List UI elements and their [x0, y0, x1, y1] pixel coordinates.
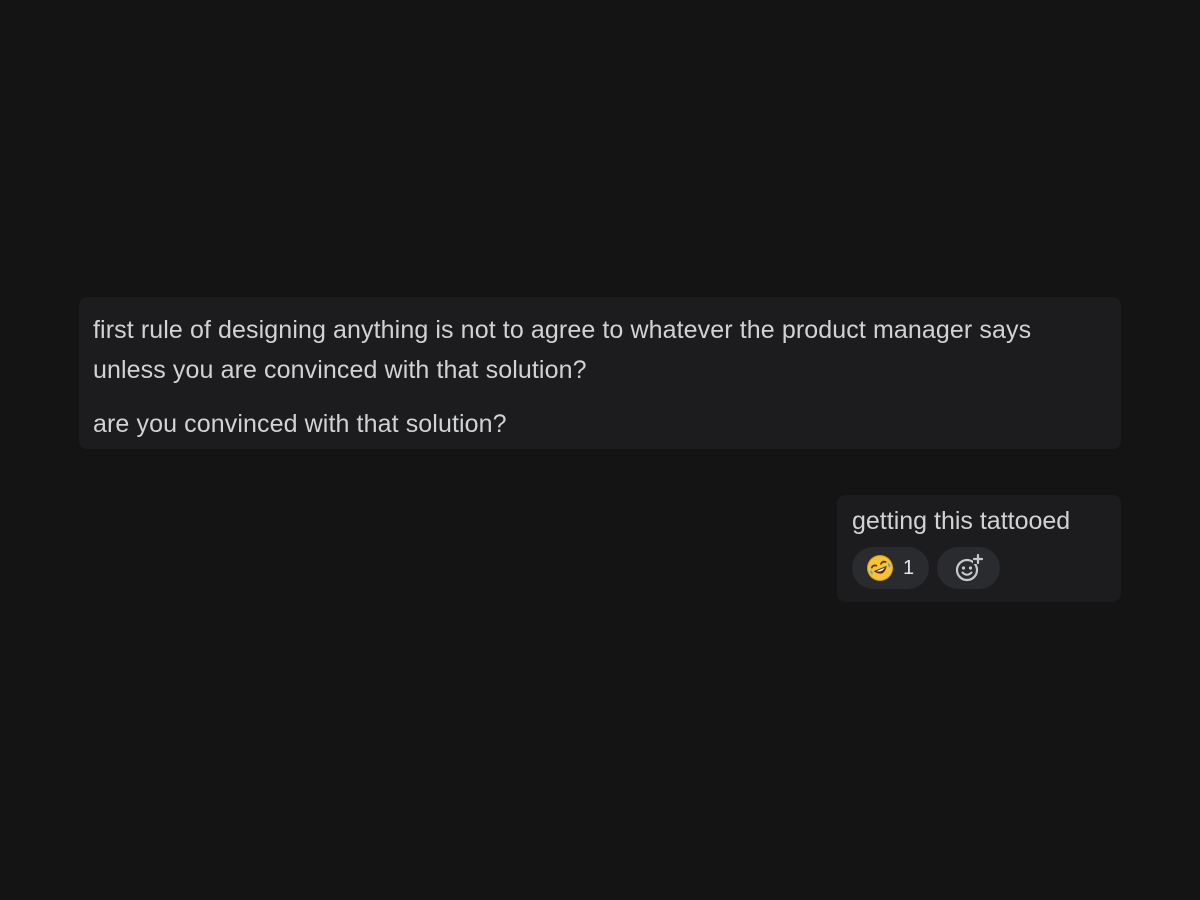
message-text: getting this tattooed	[852, 507, 1071, 535]
reaction-pill[interactable]: 1	[852, 547, 930, 589]
message-bubble-outgoing[interactable]: getting this tattooed 1	[837, 495, 1121, 602]
rolling-on-floor-laughing-emoji-icon	[867, 555, 893, 581]
reactions-bar: 1	[852, 547, 1107, 589]
add-reaction-button[interactable]	[937, 547, 1001, 589]
message-bubble-incoming[interactable]: first rule of designing anything is not …	[79, 297, 1121, 449]
chat-area: first rule of designing anything is not …	[0, 0, 1200, 900]
message-text-line: first rule of designing anything is not …	[93, 316, 1032, 384]
reaction-count: 1	[903, 556, 915, 579]
message-text-line: are you convinced with that solution?	[93, 410, 507, 438]
add-reaction-icon	[955, 553, 983, 582]
